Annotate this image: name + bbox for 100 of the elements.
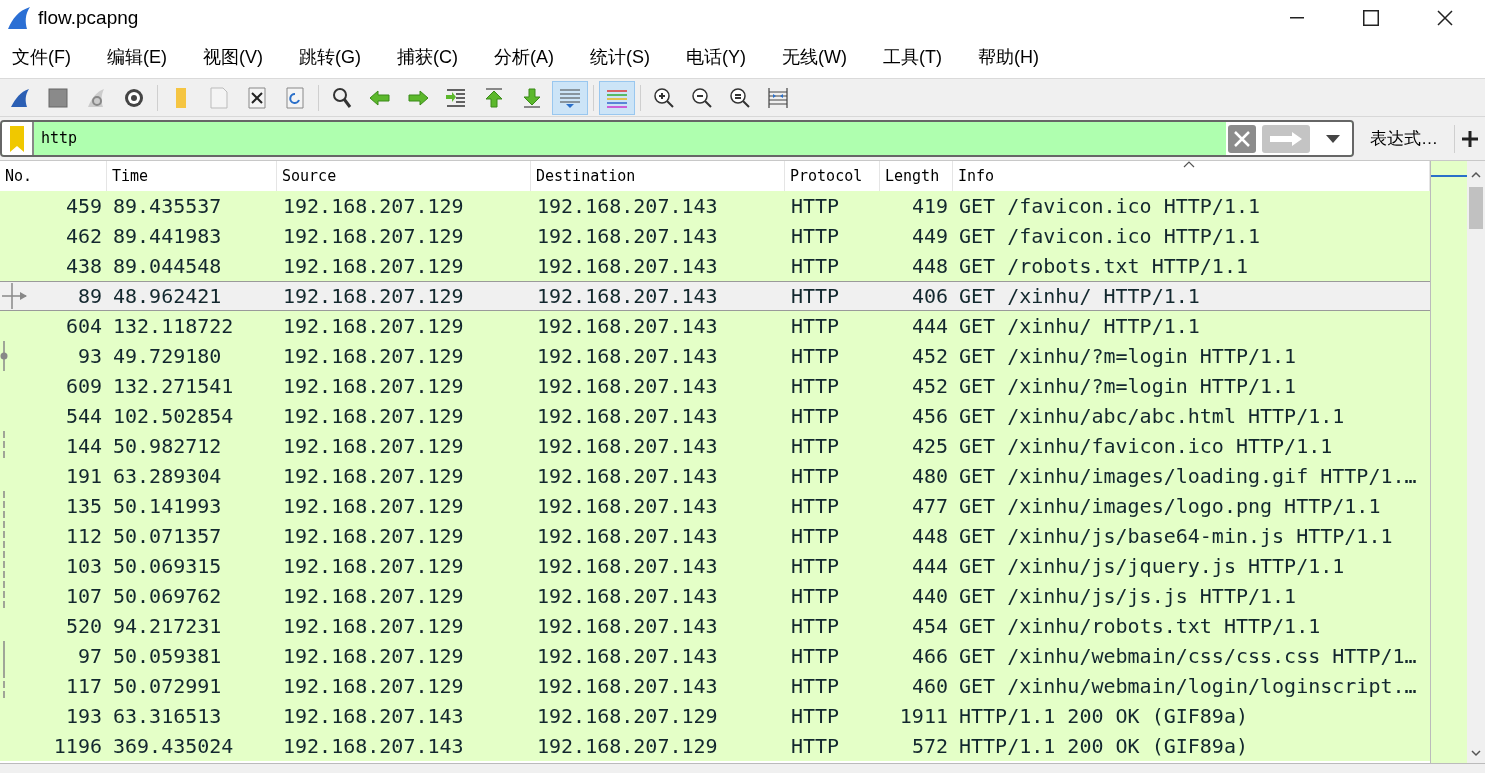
destination-cell-text: 192.168.207.129 [537, 703, 718, 730]
number-cell-text: 193 [65, 703, 102, 730]
packet-row[interactable]: 462 89.441983 192.168.207.129 192.168.207.143 HTTP 449 GET /favicon.ico HTTP/1.1 [0, 221, 1430, 251]
time-cell-text: 369.435024 [113, 733, 234, 760]
time-cell-text: 50.071357 [113, 523, 222, 550]
source-cell-text: 192.168.207.143 [283, 733, 464, 760]
source-cell-text: 192.168.207.129 [283, 403, 464, 430]
vertical-scrollbar[interactable] [1467, 161, 1485, 763]
menu-item[interactable]: 工具(T) [874, 43, 950, 71]
packet-row[interactable]: 191 63.289304 192.168.207.129 192.168.207.143 HTTP 480 GET /xinhu/images/loading.gif HTTP/1.… [0, 461, 1430, 491]
destination-cell-text: 192.168.207.143 [537, 463, 718, 490]
packet-row[interactable]: 89 48.962421 192.168.207.129 192.168.207.143 HTTP 406 GET /xinhu/ HTTP/1.1 [0, 281, 1430, 311]
protocol-cell-text: HTTP [791, 493, 840, 520]
info-cell-text: GET /xinhu/images/logo.png HTTP/1.1 [959, 493, 1381, 520]
destination-cell-text: 192.168.207.143 [537, 553, 718, 580]
length-cell-text: 425 [911, 433, 948, 460]
protocol-cell-text: HTTP [791, 313, 840, 340]
info-cell-text: GET /xinhu/abc/abc.html HTTP/1.1 [959, 403, 1345, 430]
packet-row[interactable]: 604 132.118722 192.168.207.129 192.168.207.143 HTTP 444 GET /xinhu/ HTTP/1.1 [0, 311, 1430, 341]
packet-row[interactable]: 97 50.059381 192.168.207.129 192.168.207.143 HTTP 466 GET /xinhu/webmain/css/css.css HTTP/1… [0, 641, 1430, 671]
destination-cell-text: 192.168.207.143 [537, 403, 718, 430]
number-cell-text: 462 [65, 223, 102, 250]
number-cell-text: 604 [65, 313, 102, 340]
apply-filter-button[interactable] [1262, 124, 1310, 153]
packet-row[interactable]: 193 63.316513 192.168.207.143 192.168.207.129 HTTP 1911 HTTP/1.1 200 OK (GIF89a) [0, 701, 1430, 731]
destination-cell-text: 192.168.207.143 [537, 493, 718, 520]
source-cell-text: 192.168.207.129 [283, 313, 464, 340]
related-packet-dashed-line-icon [0, 431, 8, 461]
expression-button[interactable]: 表达式… [1354, 121, 1454, 156]
length-cell-text: 572 [911, 733, 948, 760]
packet-row[interactable]: 1196 369.435024 192.168.207.143 192.168.207.129 HTTP 572 HTTP/1.1 200 OK (GIF89a) [0, 731, 1430, 761]
number-cell-text: 117 [65, 673, 102, 700]
menu-item[interactable]: 无线(W) [774, 43, 855, 71]
source-cell-text: 192.168.207.129 [283, 283, 464, 310]
menu-item[interactable]: 跳转(G) [291, 43, 369, 71]
length-cell-text: 1911 [899, 703, 948, 730]
menu-item[interactable]: 捕获(C) [389, 43, 466, 71]
packet-row[interactable]: 112 50.071357 192.168.207.129 192.168.207.143 HTTP 448 GET /xinhu/js/base64-min.js HTTP/1.1 [0, 521, 1430, 551]
filter-field[interactable]: http [0, 120, 1354, 157]
length-cell-text: 480 [911, 463, 948, 490]
number-cell-text: 609 [65, 373, 102, 400]
bookmark-icon [10, 125, 24, 152]
menu-item[interactable]: 统计(S) [582, 43, 658, 71]
packet-row[interactable]: 520 94.217231 192.168.207.129 192.168.207.143 HTTP 454 GET /xinhu/robots.txt HTTP/1.1 [0, 611, 1430, 641]
time-cell-text: 102.502854 [113, 403, 234, 430]
info-cell-text: HTTP/1.1 200 OK (GIF89a) [959, 703, 1248, 730]
packet-row[interactable]: 93 49.729180 192.168.207.129 192.168.207.143 HTTP 452 GET /xinhu/?m=login HTTP/1.1 [0, 341, 1430, 371]
info-cell-text: GET /xinhu/favicon.ico HTTP/1.1 [959, 433, 1333, 460]
menu-item[interactable]: 编辑(E) [99, 43, 175, 71]
menu-item[interactable]: 帮助(H) [969, 43, 1047, 71]
packet-row[interactable]: 144 50.982712 192.168.207.129 192.168.207.143 HTTP 425 GET /xinhu/favicon.ico HTTP/1.1 [0, 431, 1430, 461]
info-cell-text: GET /xinhu/js/base64-min.js HTTP/1.1 [959, 523, 1393, 550]
protocol-cell-text: HTTP [791, 463, 840, 490]
time-cell-text: 132.271541 [113, 373, 234, 400]
reload-file-icon [283, 85, 307, 110]
protocol-cell-text: HTTP [791, 673, 840, 700]
number-cell-text: 93 [77, 343, 102, 370]
caret-icon [1326, 134, 1340, 143]
info-cell-text: GET /xinhu/?m=login HTTP/1.1 [959, 373, 1297, 400]
packet-row[interactable]: 107 50.069762 192.168.207.129 192.168.207.143 HTTP 440 GET /xinhu/js/js.js HTTP/1.1 [0, 581, 1430, 611]
clear-filter-button[interactable] [1228, 124, 1256, 153]
related-packet-line-icon [0, 641, 8, 671]
packet-row[interactable]: 459 89.435537 192.168.207.129 192.168.207.143 HTTP 419 GET /favicon.ico HTTP/1.1 [0, 191, 1430, 221]
menu-item[interactable]: 分析(A) [486, 43, 562, 71]
packet-row[interactable]: 117 50.072991 192.168.207.129 192.168.207.143 HTTP 460 GET /xinhu/webmain/login/loginscript.… [0, 671, 1430, 701]
length-cell-text: 444 [911, 313, 948, 340]
destination-cell-text: 192.168.207.143 [537, 223, 718, 250]
menu-item[interactable]: 视图(V) [195, 43, 271, 71]
destination-cell-text: 192.168.207.143 [537, 523, 718, 550]
info-cell-text: GET /xinhu/robots.txt HTTP/1.1 [959, 613, 1321, 640]
length-cell-text: 460 [911, 673, 948, 700]
time-cell-text: 132.118722 [113, 313, 234, 340]
packet-row[interactable]: 544 102.502854 192.168.207.129 192.168.207.143 HTTP 456 GET /xinhu/abc/abc.html HTTP/1.1 [0, 401, 1430, 431]
destination-cell-text: 192.168.207.143 [537, 583, 718, 610]
folder-icon [176, 87, 186, 108]
info-cell-text: GET /xinhu/js/js.js HTTP/1.1 [959, 583, 1297, 610]
number-cell-text: 103 [65, 553, 102, 580]
time-cell-text: 50.059381 [113, 643, 222, 670]
protocol-cell-text: HTTP [791, 613, 840, 640]
menu-item[interactable]: 文件(F) [4, 43, 79, 71]
packet-row[interactable]: 438 89.044548 192.168.207.129 192.168.207.143 HTTP 448 GET /robots.txt HTTP/1.1 [0, 251, 1430, 281]
packet-row[interactable]: 609 132.271541 192.168.207.129 192.168.207.143 HTTP 452 GET /xinhu/?m=login HTTP/1.1 [0, 371, 1430, 401]
length-cell-text: 452 [911, 343, 948, 370]
packet-row[interactable]: 103 50.069315 192.168.207.129 192.168.207.143 HTTP 444 GET /xinhu/js/jquery.js HTTP/1.1 [0, 551, 1430, 581]
protocol-cell-text: HTTP [791, 703, 840, 730]
time-cell-text: 50.141993 [113, 493, 222, 520]
protocol-cell-text: HTTP [791, 733, 840, 760]
scrollbar-thumb[interactable] [1469, 187, 1483, 229]
protocol-cell-text: HTTP [791, 283, 840, 310]
destination-cell-text: 192.168.207.143 [537, 613, 718, 640]
zoom-reset-icon [728, 85, 752, 110]
number-cell-text: 191 [65, 463, 102, 490]
app-logo-icon [6, 6, 32, 30]
packet-row[interactable]: 135 50.141993 192.168.207.129 192.168.207.143 HTTP 477 GET /xinhu/images/logo.png HTTP/1.1 [0, 491, 1430, 521]
info-cell-text: GET /xinhu/webmain/login/loginscript.… [959, 673, 1417, 700]
length-cell-text: 466 [911, 643, 948, 670]
time-cell-text: 89.044548 [113, 253, 222, 280]
clear-icon [1233, 129, 1251, 148]
menu-item[interactable]: 电话(Y) [678, 43, 754, 71]
length-cell-text: 448 [911, 523, 948, 550]
